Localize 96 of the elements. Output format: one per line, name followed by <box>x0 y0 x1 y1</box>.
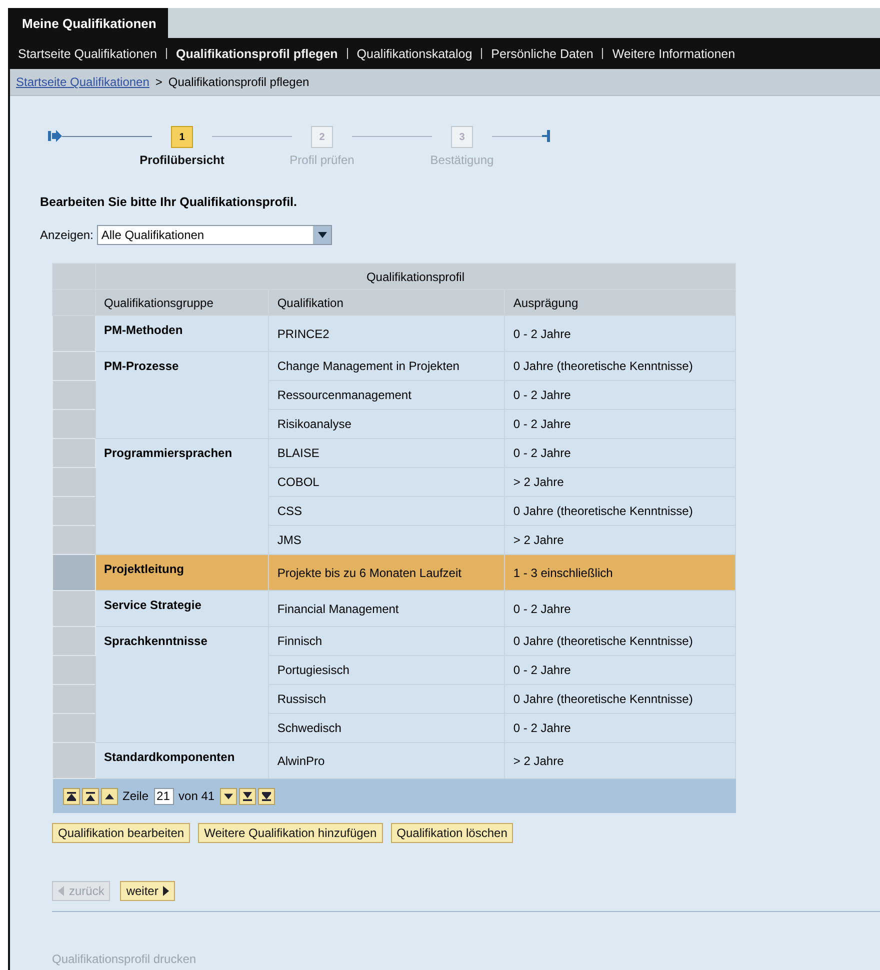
row-selector[interactable] <box>52 714 96 742</box>
row-selector[interactable] <box>52 554 96 590</box>
table-cell: 0 - 2 Jahre <box>504 590 736 626</box>
table-cell: CSS <box>268 496 505 526</box>
first-icon <box>66 792 76 800</box>
table-cell: > 2 Jahre <box>504 526 736 554</box>
table-cell: PRINCE2 <box>268 316 505 352</box>
table-title: Qualifikationsprofil <box>96 264 736 290</box>
table-cell: Standardkomponenten <box>96 742 269 778</box>
filter-label: Anzeigen: <box>40 228 94 242</box>
table-cell: > 2 Jahre <box>504 468 736 496</box>
table-cell: Sprachkenntnisse <box>96 626 269 742</box>
row-selector[interactable] <box>52 496 96 526</box>
page-down-icon <box>242 792 252 800</box>
last-icon <box>262 792 271 800</box>
down-icon <box>224 792 233 800</box>
row-selector[interactable] <box>52 380 96 410</box>
page-up-icon <box>86 792 94 800</box>
table-cell: Financial Management <box>268 590 505 626</box>
table-cell: 1 - 3 einschließlich <box>504 554 736 590</box>
table-cell: > 2 Jahre <box>504 742 736 778</box>
table-cell: 0 - 2 Jahre <box>504 316 736 352</box>
table-cell: Finnisch <box>268 626 505 656</box>
end-marker-icon <box>542 130 550 142</box>
table-cell: Risikoanalyse <box>268 410 505 438</box>
instruction-text: Bearbeiten Sie bitte Ihr Qualifikationsprofil. <box>40 195 298 209</box>
table-cell: 0 - 2 Jahre <box>504 656 736 684</box>
table-cell: Russisch <box>268 684 505 714</box>
app-tab[interactable]: Meine Qualifikationen <box>10 8 168 38</box>
table-cell: BLAISE <box>268 438 505 468</box>
table-cell: 0 - 2 Jahre <box>504 380 736 410</box>
row-selector[interactable] <box>52 438 96 468</box>
row-up-button[interactable] <box>100 788 118 804</box>
step-label: Bestätigung <box>430 153 494 167</box>
breadcrumb-link[interactable]: Startseite Qualifikationen <box>16 75 150 89</box>
table-cell: Change Management in Projekten <box>268 352 505 380</box>
nav-link[interactable]: Qualifikationskatalog <box>356 46 472 60</box>
table-cell: Projektleitung <box>96 554 269 590</box>
step-label: Profil prüfen <box>290 153 354 167</box>
column-header: Qualifikationsgruppe <box>96 290 269 316</box>
dropdown-arrow-icon <box>318 232 327 238</box>
table-cell: 0 - 2 Jahre <box>504 410 736 438</box>
table-cell: 0 Jahre (theoretische Kenntnisse) <box>504 352 736 380</box>
table-cell: 0 - 2 Jahre <box>504 714 736 742</box>
table-cell: Ressourcenmanagement <box>268 380 505 410</box>
table-cell: 0 Jahre (theoretische Kenntnisse) <box>504 684 736 714</box>
table-cell: Projekte bis zu 6 Monaten Laufzeit <box>268 554 505 590</box>
row-selector[interactable] <box>52 626 96 656</box>
last-page-button[interactable] <box>258 788 275 804</box>
action-button[interactable]: Qualifikation bearbeiten <box>52 823 190 843</box>
row-selector[interactable] <box>52 468 96 496</box>
table-cell: Portugiesisch <box>268 656 505 684</box>
table-cell: JMS <box>268 526 505 554</box>
row-selector[interactable] <box>52 742 96 778</box>
table-cell: 0 Jahre (theoretische Kenntnisse) <box>504 496 736 526</box>
table-cell: 0 Jahre (theoretische Kenntnisse) <box>504 626 736 656</box>
breadcrumb-current: Qualifikationsprofil pflegen <box>168 75 310 89</box>
row-input[interactable]: 21 <box>154 788 174 804</box>
row-selector[interactable] <box>52 656 96 684</box>
action-button[interactable]: Weitere Qualifikation hinzufügen <box>198 823 383 843</box>
table-cell: AlwinPro <box>268 742 505 778</box>
page-up-button[interactable] <box>82 788 98 804</box>
nav-link[interactable]: Weitere Informationen <box>612 46 736 60</box>
row-selector[interactable] <box>52 590 96 626</box>
row-down-button[interactable] <box>220 788 237 804</box>
first-page-button[interactable] <box>62 788 80 804</box>
row-count: von 41 <box>178 789 215 803</box>
row-selector[interactable] <box>52 410 96 438</box>
left-arrow-icon <box>58 886 64 896</box>
filter-dropdown[interactable]: Alle Qualifikationen <box>97 225 332 245</box>
column-header: Qualifikation <box>268 290 505 316</box>
action-button[interactable]: Qualifikation löschen <box>390 823 514 843</box>
table-cell: Service Strategie <box>96 590 269 626</box>
right-arrow-icon <box>163 886 170 896</box>
nav-link[interactable]: Qualifikationsprofil pflegen <box>176 46 338 60</box>
row-label: Zeile <box>122 789 149 803</box>
page-down-button[interactable] <box>238 788 256 804</box>
nav-link[interactable]: Startseite Qualifikationen <box>18 46 157 60</box>
start-arrow-icon <box>48 130 62 142</box>
table-cell: PM-Methoden <box>96 316 269 352</box>
step-number[interactable]: 1 <box>171 126 193 148</box>
table-cell: PM-Prozesse <box>96 352 269 438</box>
column-header: Ausprägung <box>504 290 736 316</box>
row-selector[interactable] <box>52 352 96 380</box>
row-selector[interactable] <box>52 526 96 554</box>
breadcrumb-separator: > <box>155 75 162 89</box>
step-label: Profilübersicht <box>140 153 224 167</box>
next-button[interactable]: weiter <box>120 881 176 901</box>
row-selector[interactable] <box>52 316 96 352</box>
up-icon <box>104 792 114 800</box>
table-cell: Programmiersprachen <box>96 438 269 554</box>
table-cell: 0 - 2 Jahre <box>504 438 736 468</box>
nav-link[interactable]: Persönliche Daten <box>491 46 594 60</box>
row-selector[interactable] <box>52 684 96 714</box>
table-cell: Schwedisch <box>268 714 505 742</box>
table-cell: COBOL <box>268 468 505 496</box>
